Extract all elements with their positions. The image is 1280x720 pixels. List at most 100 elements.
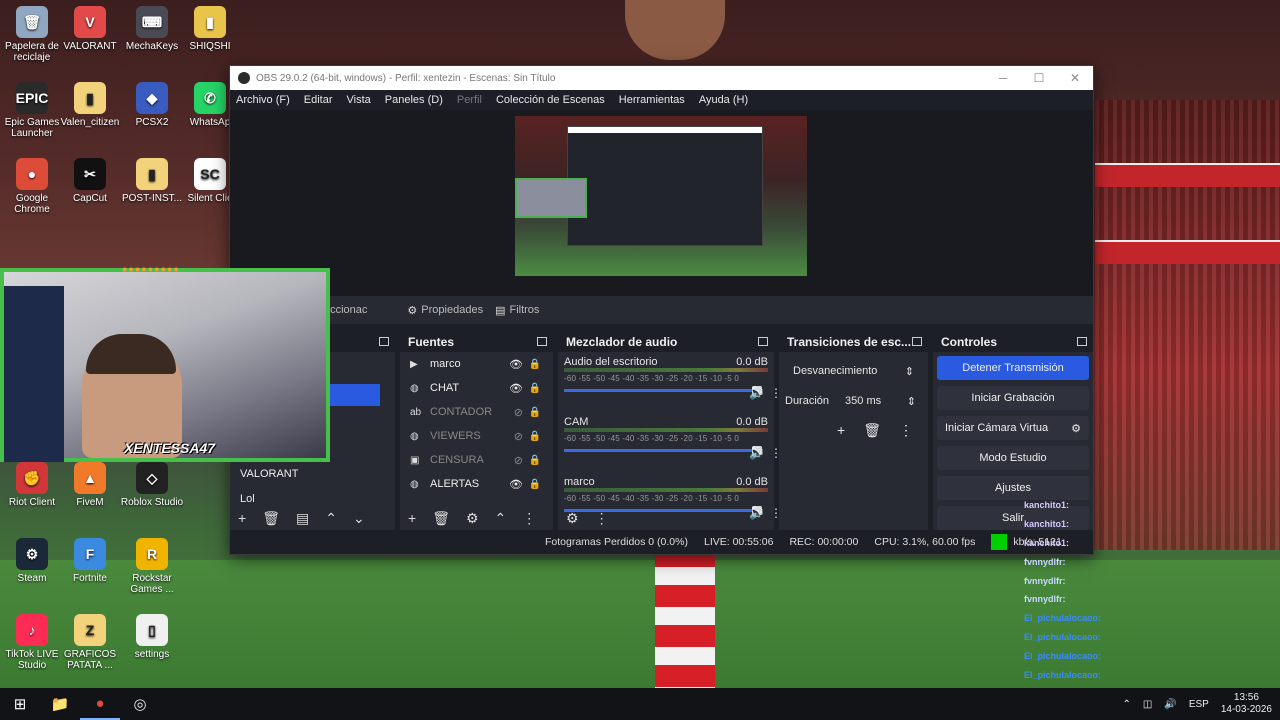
wallpaper-player-kit xyxy=(655,545,715,688)
studio-mode-button[interactable]: Modo Estudio xyxy=(937,446,1089,470)
source-name: marco xyxy=(430,358,461,370)
more-icon[interactable]: ⋮ xyxy=(595,510,609,527)
desktop-icon[interactable]: ▮ Valen_citizen xyxy=(58,82,122,128)
webcam-name-tag: XENTESSA47 xyxy=(124,440,216,456)
source-item[interactable]: ◍ CHAT 👁 🔒 xyxy=(400,376,553,400)
network-icon[interactable]: ◫ xyxy=(1143,699,1152,710)
close-button[interactable]: ✕ xyxy=(1057,71,1093,85)
window-title: OBS 29.0.2 (64-bit, windows) - Perfil: x… xyxy=(256,72,556,84)
volume-slider[interactable] xyxy=(564,386,762,395)
duration-spinbox[interactable]: 350 ms ⇕ xyxy=(839,395,922,408)
desktop-icon[interactable]: ● Google Chrome xyxy=(0,158,64,215)
lock-icon[interactable]: 🔒 xyxy=(529,431,541,442)
desktop-icon[interactable]: ◆ PCSX2 xyxy=(120,82,184,128)
add-icon[interactable]: + xyxy=(408,510,416,526)
scene-item[interactable]: VALORANT xyxy=(230,462,298,486)
start-record-button[interactable]: Iniciar Grabación xyxy=(937,386,1089,410)
desktop-icon[interactable]: R Rockstar Games ... xyxy=(120,538,184,595)
volume-icon[interactable]: 🔊 xyxy=(1164,699,1176,710)
menu-paneles[interactable]: Paneles (D) xyxy=(385,94,443,106)
tray-chevron-icon[interactable]: ⌃ xyxy=(1123,699,1131,710)
desktop-icon[interactable]: ♪ TikTok LIVE Studio xyxy=(0,614,64,671)
chevron-up-icon[interactable]: ⌃ xyxy=(495,510,507,527)
filters-button[interactable]: ▤ Filtros xyxy=(495,304,539,317)
app-icon: ◇ xyxy=(136,462,168,494)
preview-canvas[interactable] xyxy=(230,110,1093,296)
desktop-icon[interactable]: Z GRAFICOS PATATA ... xyxy=(58,614,122,671)
desktop-icon[interactable]: ▮ POST-INST... xyxy=(120,158,184,204)
lock-icon[interactable]: 🔒 xyxy=(529,359,541,370)
menu-ayuda[interactable]: Ayuda (H) xyxy=(699,94,748,106)
popout-icon[interactable] xyxy=(379,337,389,346)
clock[interactable]: 13:56 14-03-2026 xyxy=(1221,692,1272,716)
lock-icon[interactable]: 🔒 xyxy=(529,479,541,490)
source-item[interactable]: ▶ marco 👁 🔒 xyxy=(400,352,553,376)
desktop-icon[interactable]: ⚙ Steam xyxy=(0,538,64,584)
desktop-icon-label: VALORANT xyxy=(63,41,117,52)
eye-icon[interactable]: 👁 xyxy=(509,382,523,395)
source-item[interactable]: ▣ CENSURA ⊘ 🔒 xyxy=(400,448,553,472)
desktop-icon[interactable]: ⌨ MechaKeys xyxy=(120,6,184,52)
source-item[interactable]: ab CONTADOR ⊘ 🔒 xyxy=(400,400,553,424)
language-indicator[interactable]: ESP xyxy=(1189,699,1209,710)
preview-webcam xyxy=(515,178,587,218)
properties-button[interactable]: ⚙ Propiedades xyxy=(407,304,483,317)
gear-icon[interactable]: ⚙ xyxy=(1071,422,1081,435)
file-explorer-icon[interactable]: 📁 xyxy=(40,688,80,720)
trash-icon[interactable]: 🗑 xyxy=(432,510,450,527)
lock-icon[interactable]: 🔒 xyxy=(529,407,541,418)
popout-icon[interactable] xyxy=(912,337,922,346)
maximize-button[interactable]: ☐ xyxy=(1021,71,1057,85)
more-icon[interactable]: ⋮ xyxy=(899,422,913,439)
desktop-icon[interactable]: 🗑 Papelera de reciclaje xyxy=(0,6,64,63)
popout-icon[interactable] xyxy=(758,337,768,346)
desktop-icon[interactable]: ◇ Roblox Studio xyxy=(120,462,184,508)
menu-coleccion-escenas[interactable]: Colección de Escenas xyxy=(496,94,605,106)
obs-icon[interactable]: ◎ xyxy=(120,688,160,720)
source-item[interactable]: ◍ ALERTAS 👁 🔒 xyxy=(400,472,553,496)
eye-off-icon[interactable]: ⊘ xyxy=(514,430,523,443)
trash-icon[interactable]: 🗑 xyxy=(863,422,881,439)
speaker-icon[interactable]: 🔊 xyxy=(749,446,764,460)
desktop-icon[interactable]: V VALORANT xyxy=(58,6,122,52)
app-icon: V xyxy=(74,6,106,38)
eye-icon[interactable]: 👁 xyxy=(509,358,523,371)
desktop-icon[interactable]: ▯ settings xyxy=(120,614,184,660)
add-icon[interactable]: + xyxy=(238,510,246,526)
stop-stream-button[interactable]: Detener Transmisión xyxy=(937,356,1089,380)
popout-icon[interactable] xyxy=(1077,337,1087,346)
trash-icon[interactable]: 🗑 xyxy=(262,510,280,527)
popout-icon[interactable] xyxy=(537,337,547,346)
filter-icon[interactable]: ▤ xyxy=(296,510,309,527)
menu-archivo[interactable]: Archivo (F) xyxy=(236,94,290,106)
eye-off-icon[interactable]: ⊘ xyxy=(514,454,523,467)
eye-off-icon[interactable]: ⊘ xyxy=(514,406,523,419)
chrome-icon[interactable]: ● xyxy=(80,688,120,720)
virtual-cam-button[interactable]: Iniciar Cámara Virtua xyxy=(945,422,1048,434)
lock-icon[interactable]: 🔒 xyxy=(529,455,541,466)
start-button[interactable]: ⊞ xyxy=(0,688,40,720)
source-item[interactable]: ◍ VIEWERS ⊘ 🔒 xyxy=(400,424,553,448)
eye-icon[interactable]: 👁 xyxy=(509,478,523,491)
minimize-button[interactable]: ─ xyxy=(985,71,1021,85)
chevron-down-icon[interactable]: ⌄ xyxy=(353,510,365,527)
menu-perfil[interactable]: Perfil xyxy=(457,94,482,106)
settings-icon[interactable]: ⚙ xyxy=(566,510,579,527)
add-icon[interactable]: + xyxy=(837,422,845,439)
chevron-up-icon[interactable]: ⌃ xyxy=(325,510,337,527)
more-icon[interactable]: ⋮ xyxy=(522,510,536,527)
desktop-icon[interactable]: ▲ FiveM xyxy=(58,462,122,508)
desktop-icon[interactable]: ✊ Riot Client xyxy=(0,462,64,508)
desktop-icon[interactable]: F Fortnite xyxy=(58,538,122,584)
desktop-icon[interactable]: ✂ CapCut xyxy=(58,158,122,204)
lock-icon[interactable]: 🔒 xyxy=(529,383,541,394)
volume-slider[interactable] xyxy=(564,446,762,455)
desktop-icon[interactable]: ▮ SHIQSHI xyxy=(178,6,242,52)
menu-vista[interactable]: Vista xyxy=(347,94,371,106)
gear-icon[interactable]: ⚙ xyxy=(466,510,479,527)
speaker-icon[interactable]: 🔊 xyxy=(749,386,764,400)
menu-herramientas[interactable]: Herramientas xyxy=(619,94,685,106)
menu-editar[interactable]: Editar xyxy=(304,94,333,106)
transition-select[interactable]: Desvanecimiento ⇕ xyxy=(785,360,922,382)
desktop-icon[interactable]: EPIC Epic Games Launcher xyxy=(0,82,64,139)
